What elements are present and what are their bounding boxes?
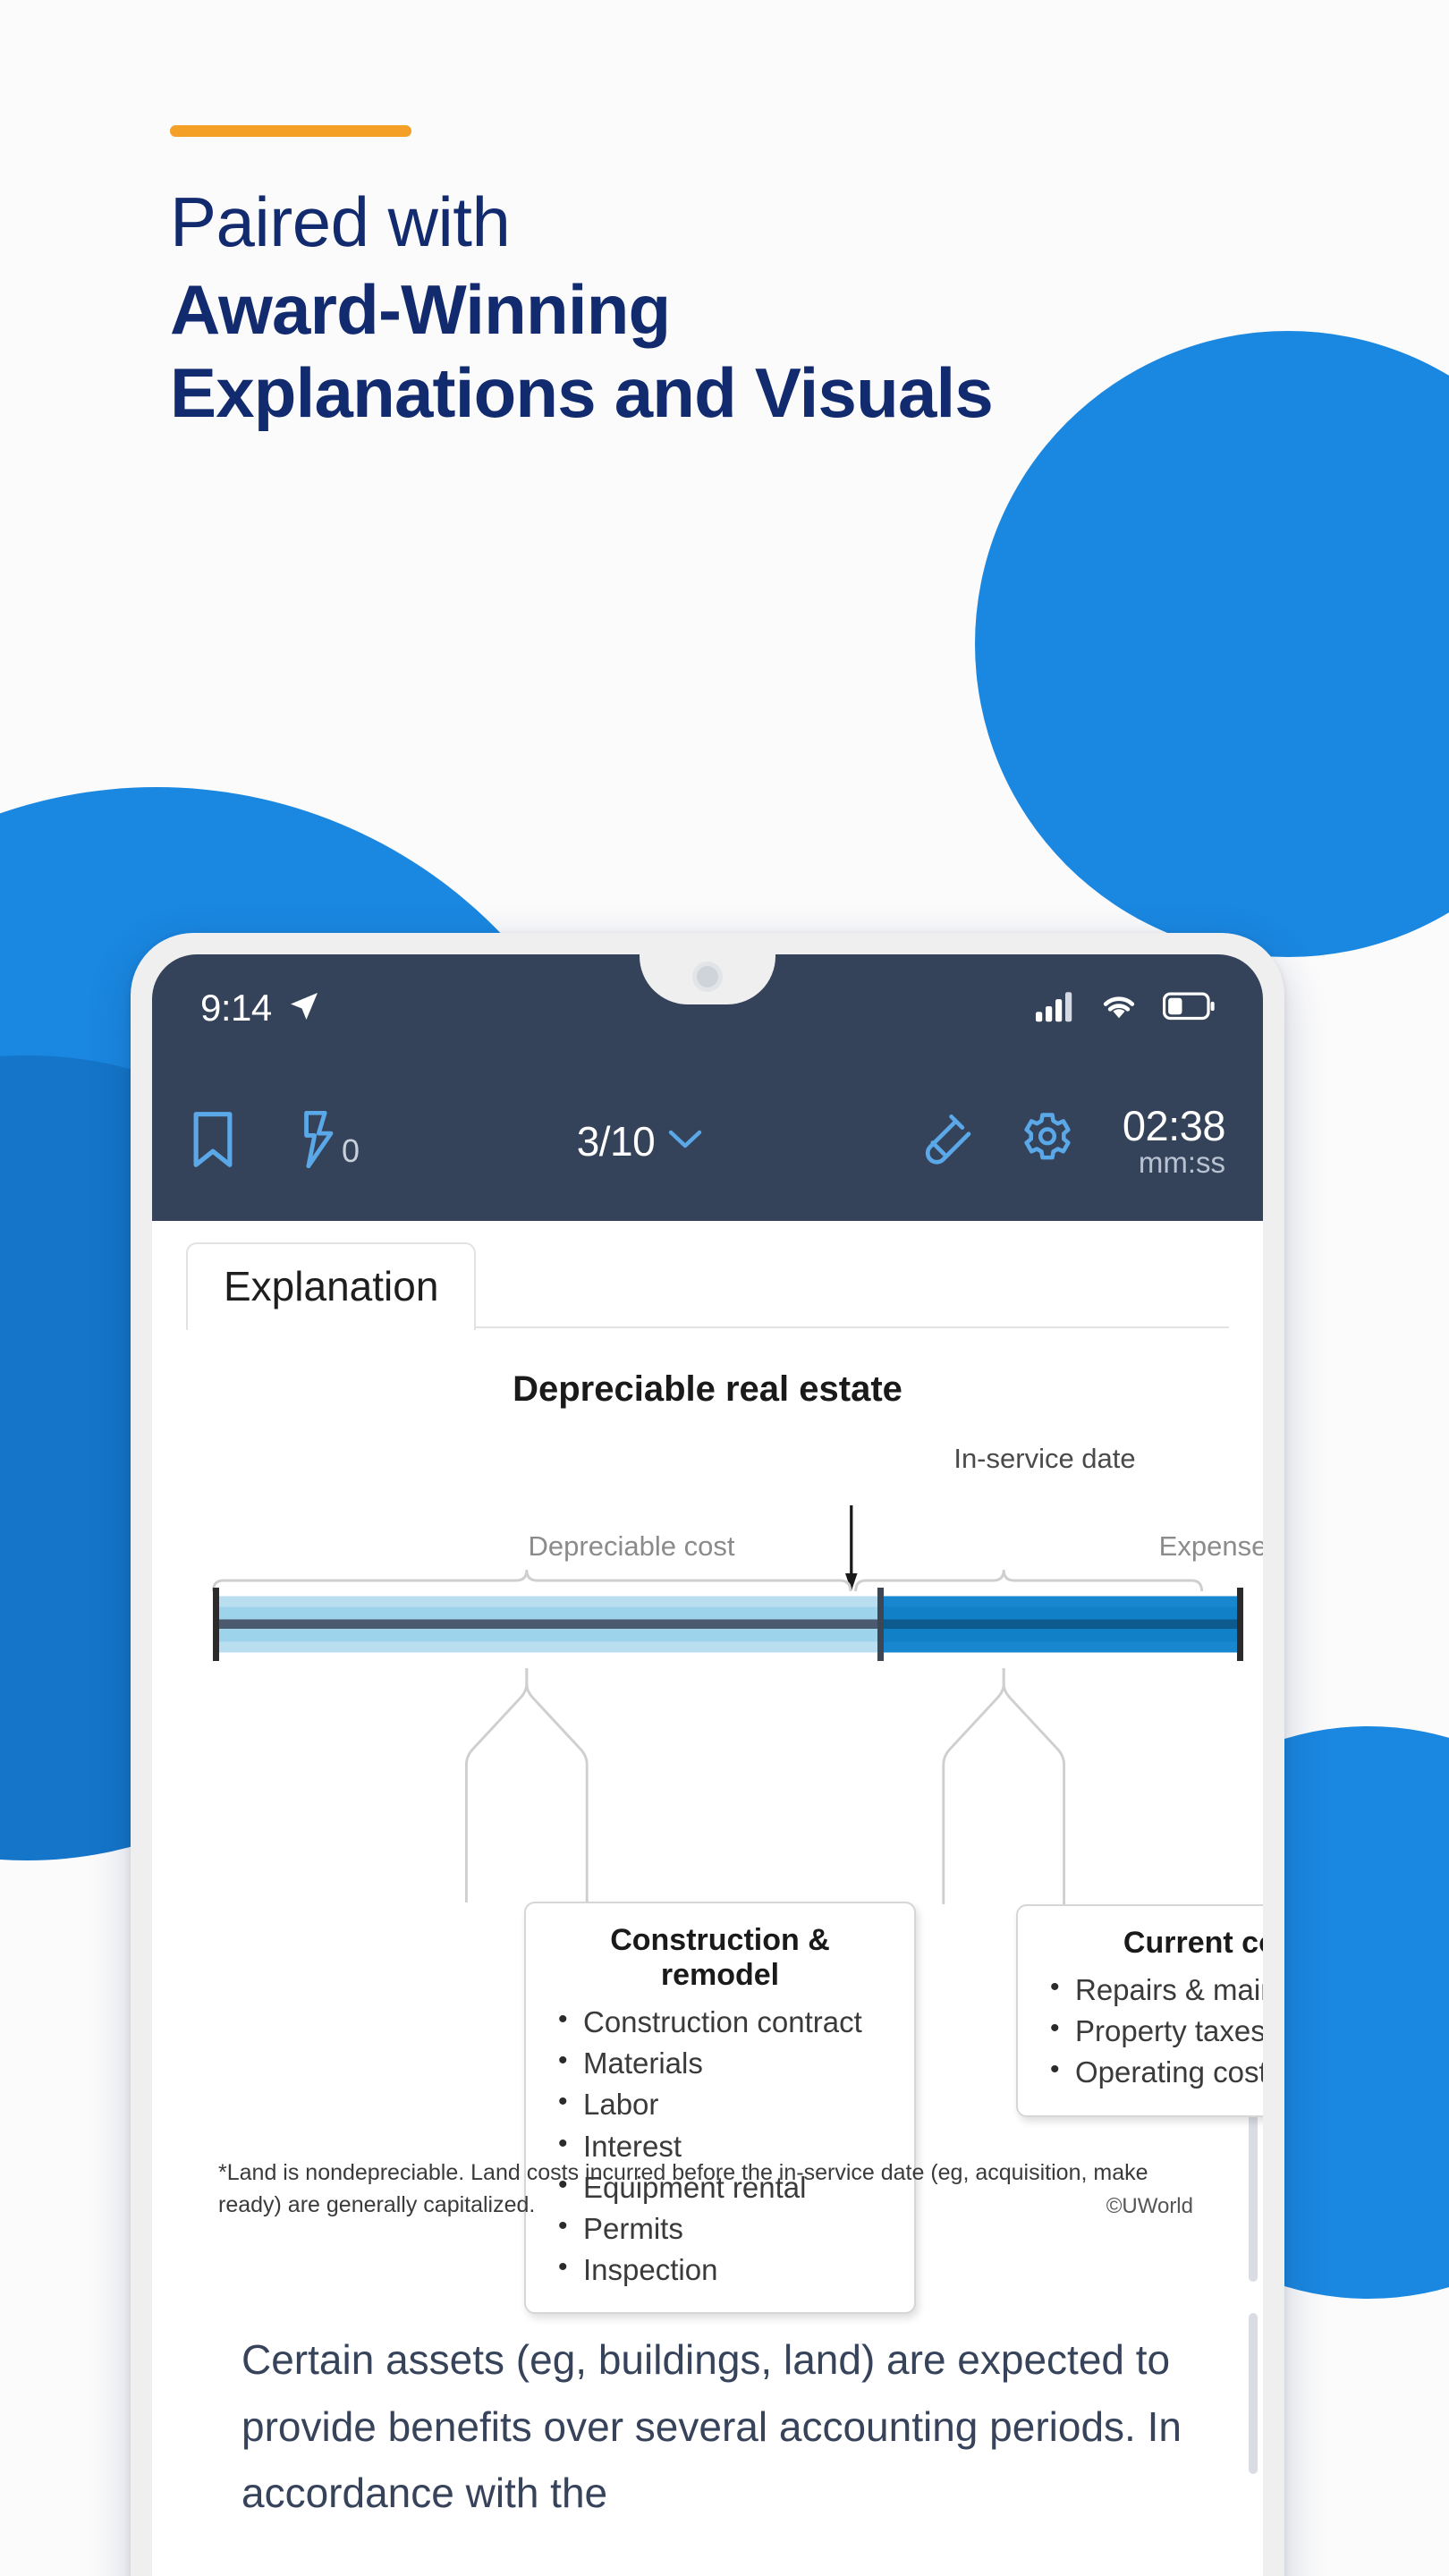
status-bar-right — [1036, 990, 1215, 1027]
flashcard-count: 0 — [342, 1131, 360, 1169]
list-item: Labor — [553, 2083, 887, 2125]
hero-headline-light: Paired with — [170, 182, 511, 261]
lightning-bolt-icon — [295, 1110, 338, 1173]
timeline-bar — [213, 1588, 1243, 1661]
camera-notch — [640, 954, 775, 1004]
hero-headline-bold: Award-Winning Explanations and Visuals — [170, 269, 994, 433]
callout-current-cost: Current cost Repairs & maintenance Prope… — [1016, 1904, 1263, 2117]
explanation-body-text: Certain assets (eg, buildings, land) are… — [242, 2336, 1182, 2517]
scrollbar-segment[interactable] — [1249, 2313, 1258, 2474]
question-timer[interactable]: 02:38 mm:ss — [1122, 1101, 1226, 1180]
timeline-endcap-left — [213, 1588, 219, 1661]
app-toolbar: 0 3/10 02:38 mm:ss — [152, 1062, 1263, 1221]
diagram-footnote: *Land is nondepreciable. Land costs incu… — [218, 2160, 1148, 2218]
list-item: Repairs & maintenance — [1045, 1969, 1263, 2011]
question-counter-label: 3/10 — [576, 1118, 656, 1165]
list-item: Materials — [553, 2042, 887, 2084]
tab-strip: Explanation — [152, 1221, 1263, 1330]
callout-title: Construction & remodel — [610, 1923, 830, 1992]
callout-title: Current cost — [1123, 1926, 1263, 1960]
bookmark-icon[interactable] — [190, 1110, 236, 1174]
wifi-icon — [1098, 990, 1140, 1027]
battery-icon — [1162, 992, 1215, 1025]
segment-label-depreciable-cost: Depreciable cost — [528, 1530, 735, 1562]
hero-section: Paired with Award-Winning Explanations a… — [170, 125, 1073, 436]
cellular-signal-icon — [1036, 990, 1075, 1027]
timer-value: 02:38 — [1122, 1101, 1226, 1149]
test-tube-icon[interactable] — [920, 1111, 972, 1173]
in-service-date-label: In-service date — [953, 1443, 1136, 1474]
callout-list: Repairs & maintenance Property taxes Ope… — [1045, 1969, 1263, 2094]
phone-mockup: 9:14 0 3/10 02:38 mm:ss Explanation Depr… — [131, 933, 1284, 2576]
question-counter-dropdown[interactable]: 3/10 — [360, 1117, 920, 1165]
toolbar-right-group: 02:38 mm:ss — [920, 1101, 1226, 1180]
explanation-content: Depreciable real estate In-service date … — [152, 1369, 1263, 2527]
gear-icon[interactable] — [1019, 1111, 1076, 1173]
callout-construction-remodel: Construction & remodel Construction cont… — [524, 1902, 916, 2315]
chevron-down-icon — [667, 1128, 703, 1156]
timeline-divider-in-service — [877, 1588, 885, 1661]
diagram-title: Depreciable real estate — [513, 1369, 902, 1409]
callout-list: Construction contract Materials Labor In… — [553, 2001, 887, 2291]
status-bar-left: 9:14 — [200, 987, 322, 1030]
list-item: Property taxes — [1045, 2010, 1263, 2052]
toolbar-left-group: 0 — [190, 1110, 360, 1174]
uworld-credit: ©UWorld — [1106, 2194, 1193, 2218]
list-item: Construction contract — [553, 2001, 887, 2043]
front-camera-icon — [692, 962, 723, 992]
status-time: 9:14 — [200, 987, 272, 1029]
status-bar: 9:14 — [152, 954, 1263, 1062]
list-item: Inspection — [553, 2249, 887, 2291]
marketing-page: Paired with Award-Winning Explanations a… — [0, 0, 1449, 2576]
timer-unit: mm:ss — [1138, 1146, 1225, 1180]
list-item: Operating costs — [1045, 2051, 1263, 2093]
timeline-endcap-right — [1237, 1588, 1243, 1661]
location-arrow-icon — [286, 988, 322, 1029]
timeline-segment-expense — [877, 1593, 1243, 1656]
segment-label-expense: Expense — [1158, 1530, 1263, 1562]
timeline-segment-depreciable-cost — [213, 1593, 878, 1656]
depreciable-real-estate-diagram: Depreciable real estate In-service date … — [175, 1369, 1263, 2315]
phone-screen: 9:14 0 3/10 02:38 mm:ss Explanation Depr… — [152, 954, 1263, 2576]
flashcard-button[interactable]: 0 — [295, 1110, 360, 1173]
tab-explanation[interactable]: Explanation — [186, 1242, 477, 1330]
accent-rule — [170, 125, 411, 137]
